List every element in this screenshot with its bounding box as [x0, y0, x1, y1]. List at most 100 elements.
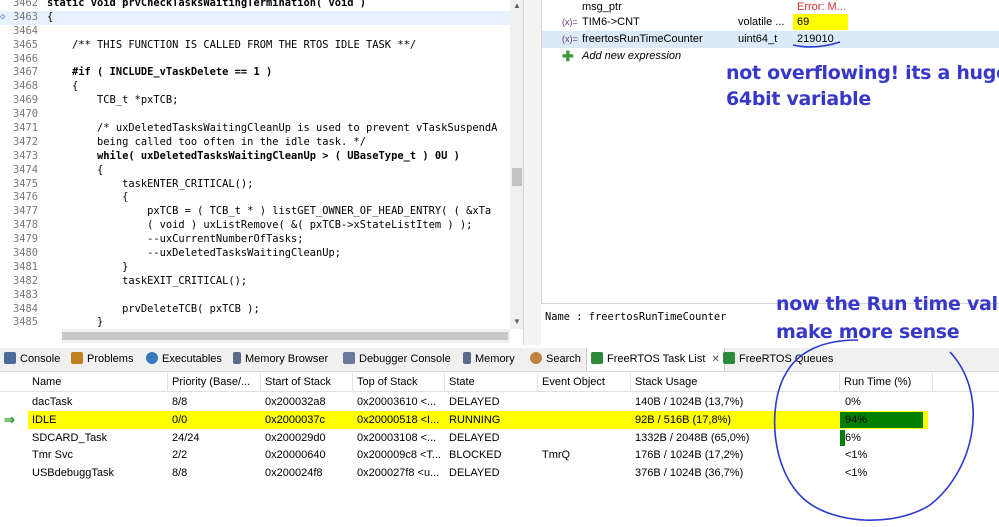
code-text: {	[47, 80, 79, 93]
cell-state: DELAYED	[449, 396, 500, 408]
code-line[interactable]: 3471 /* uxDeletedTasksWaitingCleanUp is …	[0, 122, 510, 136]
cell-start: 0x200024f8	[265, 467, 323, 480]
line-number: 3466	[12, 52, 38, 65]
code-line[interactable]: 3477 pxTCB = ( TCB_t * ) listGET_OWNER_O…	[0, 205, 510, 219]
line-number: 3464	[12, 24, 38, 37]
runtime-value: <1%	[845, 467, 868, 480]
code-line[interactable]: 3483	[0, 289, 510, 303]
editor-vscroll-thumb[interactable]	[512, 168, 522, 186]
line-number: 3484	[12, 302, 38, 315]
line-number: 3476	[12, 191, 38, 204]
tab-problems[interactable]: Problems	[71, 348, 133, 371]
variable-icon: (x)=	[562, 17, 578, 27]
column-header[interactable]: Event Object	[538, 373, 631, 392]
column-header[interactable]: State	[445, 373, 538, 392]
code-line[interactable]: 3470	[0, 108, 510, 122]
column-header[interactable]: Name	[28, 373, 168, 392]
code-line[interactable]: 3482 taskEXIT_CRITICAL();	[0, 275, 510, 289]
editor-hscroll-thumb[interactable]	[62, 332, 508, 340]
tab-search[interactable]: Search	[530, 348, 581, 371]
code-editor[interactable]: 3462 static void prvCheckTasksWaitingTerm…	[0, 0, 524, 345]
table-row[interactable]: USBdebuggTask 8/8 0x200024f8 0x200027f8 <u.…	[0, 464, 999, 482]
code-line[interactable]: 3478 ( void ) uxListRemove( &( pxTCB->xS…	[0, 219, 510, 233]
code-line[interactable]: 3466	[0, 53, 510, 67]
code-line[interactable]: 3481 }	[0, 261, 510, 275]
scroll-up-icon[interactable]: ▲	[513, 1, 521, 10]
tab-freertos-task-list[interactable]: FreeRTOS Task List ✕	[586, 348, 725, 371]
code-line[interactable]: 3475 taskENTER_CRITICAL();	[0, 178, 510, 192]
tab-executables[interactable]: Executables	[146, 348, 222, 371]
code-line[interactable]: 3467 #if ( INCLUDE_vTaskDelete == 1 )	[0, 66, 510, 80]
code-line[interactable]: ◇ 3463{	[0, 10, 510, 25]
runtime-value: <1%	[845, 449, 868, 462]
column-header[interactable]: Priority (Base/...	[168, 373, 261, 392]
cell-priority: 8/8	[172, 467, 188, 480]
code-line[interactable]: 3479 --uxCurrentNumberOfTasks;	[0, 233, 510, 247]
table-row[interactable]: dacTask 8/8 0x200032a8 0x20003610 <... DELAY…	[0, 393, 999, 411]
memory-browser-icon	[233, 352, 241, 364]
expression-value: Error: M...	[797, 1, 846, 13]
code-text: #if ( INCLUDE_vTaskDelete == 1 )	[47, 66, 273, 79]
tab-debugger-console[interactable]: Debugger Console	[343, 348, 451, 371]
code-line[interactable]: 3474 {	[0, 164, 510, 178]
code-line[interactable]: 3473 while( uxDeletedTasksWaitingCleanUp…	[0, 150, 510, 164]
editor-horizontal-scrollbar[interactable]	[62, 329, 510, 343]
table-row[interactable]: ⇒ IDLE 0/0 0x2000037c 0x20000518 <I... RUNNIN…	[0, 410, 999, 429]
tab-label: Console	[20, 353, 61, 365]
tab-freertos-queues[interactable]: FreeRTOS Queues	[723, 348, 833, 371]
cell-start: 0x2000037c	[261, 410, 353, 429]
code-text: ( void ) uxListRemove( &( pxTCB->xStateL…	[47, 219, 473, 232]
column-header[interactable]: Start of Stack	[261, 373, 353, 392]
code-text: {	[47, 10, 54, 23]
cell-priority: 24/24	[172, 431, 200, 444]
code-line[interactable]: 3465 /** THIS FUNCTION IS CALLED FROM TH…	[0, 39, 510, 53]
tab-label: Memory Browser	[245, 353, 329, 365]
code-line[interactable]: 3469 TCB_t *pxTCB;	[0, 94, 510, 108]
editor-vertical-scrollbar[interactable]: ▲ ▼	[510, 0, 523, 329]
expression-type: volatile ...	[738, 16, 785, 28]
code-line[interactable]: 3472 being called too often in the idle …	[0, 136, 510, 150]
close-icon[interactable]: ✕	[711, 354, 719, 365]
cell-priority: 2/2	[172, 449, 188, 462]
code-line[interactable]: 3480 --uxDeletedTasksWaitingCleanUp;	[0, 247, 510, 261]
code-line[interactable]: 3464	[0, 25, 510, 39]
column-header[interactable]: Run Time (%)	[840, 373, 933, 392]
code-text: being called too often in the idle task.…	[47, 135, 367, 148]
tab-memory-browser[interactable]: Memory Browser	[233, 348, 328, 371]
code-line[interactable]: 3468 {	[0, 80, 510, 94]
column-header[interactable]: Top of Stack	[353, 373, 445, 392]
line-number: 3468	[12, 80, 38, 93]
cell-name: dacTask	[32, 396, 73, 408]
cell-name: Tmr Svc	[32, 449, 73, 462]
cell-stack: 176B / 1024B (17,2%)	[635, 449, 744, 462]
expression-name: TIM6->CNT	[582, 16, 640, 28]
cell-stack: 1332B / 2048B (65,0%)	[635, 431, 750, 444]
code-line[interactable]: 3484 prvDeleteTCB( pxTCB );	[0, 303, 510, 317]
cell-top: 0x20003610 <...	[357, 396, 437, 408]
table-row[interactable]: SDCARD_Task 24/24 0x200029d0 0x20003108 <..…	[0, 429, 999, 447]
table-row[interactable]: Tmr Svc 2/2 0x20000640 0x200009c8 <T... BLOC…	[0, 446, 999, 464]
add-icon: ✚	[562, 48, 574, 64]
expression-row-selected[interactable]: (x)= freertosRunTimeCounter uint64_t 219…	[542, 31, 999, 48]
cell-stack: 376B / 1024B (36,7%)	[635, 467, 744, 480]
search-icon	[530, 352, 542, 364]
panel-splitter[interactable]	[524, 0, 541, 345]
line-number: 3463	[12, 10, 38, 23]
scroll-down-icon[interactable]: ▼	[513, 317, 521, 326]
cell-event	[538, 393, 631, 411]
code-line[interactable]: 3476 {	[0, 191, 510, 205]
code-text: {	[47, 163, 104, 176]
line-number: 3473	[12, 149, 38, 162]
code-text: prvDeleteTCB( pxTCB );	[47, 302, 260, 315]
line-number: 3479	[12, 233, 38, 246]
cell-top: 0x20000518 <I...	[353, 410, 445, 429]
tab-memory[interactable]: Memory	[463, 348, 515, 371]
tab-console[interactable]: Console	[4, 348, 60, 371]
column-header[interactable]: Stack Usage	[631, 373, 840, 392]
code-line[interactable]: 3462 static void prvCheckTasksWaitingTerm…	[0, 0, 510, 11]
line-number: 3469	[12, 94, 38, 107]
console-icon	[4, 352, 16, 364]
expression-detail-text: Name : freertosRunTimeCounter	[545, 311, 727, 323]
cell-event: TmrQ	[542, 449, 571, 462]
expression-row[interactable]: (x)= TIM6->CNT volatile ... 69	[542, 14, 999, 31]
